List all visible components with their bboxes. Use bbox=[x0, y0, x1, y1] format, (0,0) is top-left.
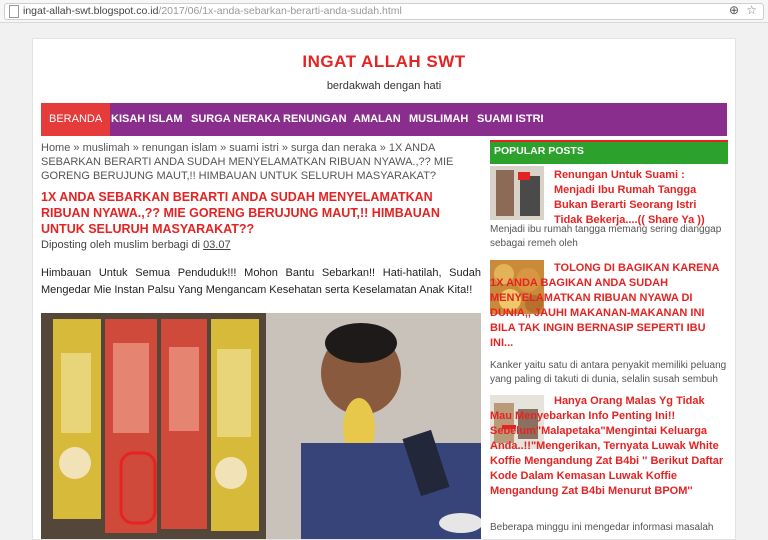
url-path: /2017/06/1x-anda-sebarkan-berarti-anda-s… bbox=[158, 5, 402, 17]
meta-di: di bbox=[191, 239, 200, 251]
sidebar-divider bbox=[490, 162, 728, 164]
nav-item-surga-neraka[interactable]: SURGA NERAKA bbox=[191, 103, 280, 136]
main-nav: BERANDA KISAH ISLAM SURGA NERAKA RENUNGA… bbox=[41, 103, 727, 136]
nav-item-suami-istri[interactable]: SUAMI ISTRI bbox=[477, 103, 544, 136]
post-image bbox=[41, 313, 481, 539]
site-title[interactable]: INGAT ALLAH SWT bbox=[33, 52, 735, 72]
nav-item-kisah-islam[interactable]: KISAH ISLAM bbox=[111, 103, 183, 136]
url-host: ingat-allah-swt.blogspot.co.id bbox=[23, 5, 159, 17]
popular-post-1-snippet: Menjadi ibu rumah tangga memang sering d… bbox=[490, 224, 722, 249]
nav-item-beranda[interactable]: BERANDA bbox=[41, 103, 111, 136]
zoom-icon[interactable]: ⊕ bbox=[729, 3, 739, 17]
breadcrumb[interactable]: Home » muslimah » renungan islam » suami… bbox=[41, 141, 481, 183]
popular-post-1-thumbnail[interactable] bbox=[490, 166, 544, 220]
popular-post-2-snippet: Kanker yaitu satu di antara penyakit mem… bbox=[490, 360, 727, 385]
page-icon bbox=[9, 5, 19, 18]
popular-post-3-snippet: Beberapa minggu ini mengedar informasi m… bbox=[490, 522, 714, 533]
post-body: Himbauan Untuk Semua Penduduk!!! Mohon B… bbox=[41, 267, 481, 296]
popular-posts-header: POPULAR POSTS bbox=[490, 140, 728, 163]
blog-page: INGAT ALLAH SWT berdakwah dengan hati BE… bbox=[32, 38, 736, 540]
meta-prefix: Diposting oleh bbox=[41, 239, 111, 251]
author-link[interactable]: muslim berbagi bbox=[114, 239, 189, 251]
address-bar: ingat-allah-swt.blogspot.co.id/2017/06/1… bbox=[0, 0, 768, 23]
nav-item-muslimah[interactable]: MUSLIMAH bbox=[409, 103, 468, 136]
nav-item-amalan[interactable]: AMALAN bbox=[353, 103, 401, 136]
popular-post-2-title[interactable]: TOLONG DI BAGIKAN KARENA 1X ANDA BAGIKAN… bbox=[490, 261, 728, 351]
url-field[interactable]: ingat-allah-swt.blogspot.co.id/2017/06/1… bbox=[4, 3, 764, 20]
popular-post-1-title[interactable]: Renungan Untuk Suami : Menjadi Ibu Rumah… bbox=[554, 168, 728, 228]
popular-post-3-title[interactable]: Hanya Orang Malas Yg Tidak Mau Menyebark… bbox=[490, 394, 728, 499]
site-description: berdakwah dengan hati bbox=[326, 80, 442, 92]
post-date-link[interactable]: 03.07 bbox=[203, 239, 231, 251]
post-title[interactable]: 1X ANDA SEBARKAN BERARTI ANDA SUDAH MENY… bbox=[41, 189, 481, 237]
url-text[interactable]: ingat-allah-swt.blogspot.co.id/2017/06/1… bbox=[23, 5, 402, 17]
bookmark-star-icon[interactable]: ☆ bbox=[746, 3, 757, 17]
nav-item-renungan[interactable]: RENUNGAN bbox=[283, 103, 347, 136]
post-meta: Diposting oleh muslim berbagi di 03.07 bbox=[41, 239, 231, 251]
popular-posts-title: POPULAR POSTS bbox=[494, 145, 584, 157]
